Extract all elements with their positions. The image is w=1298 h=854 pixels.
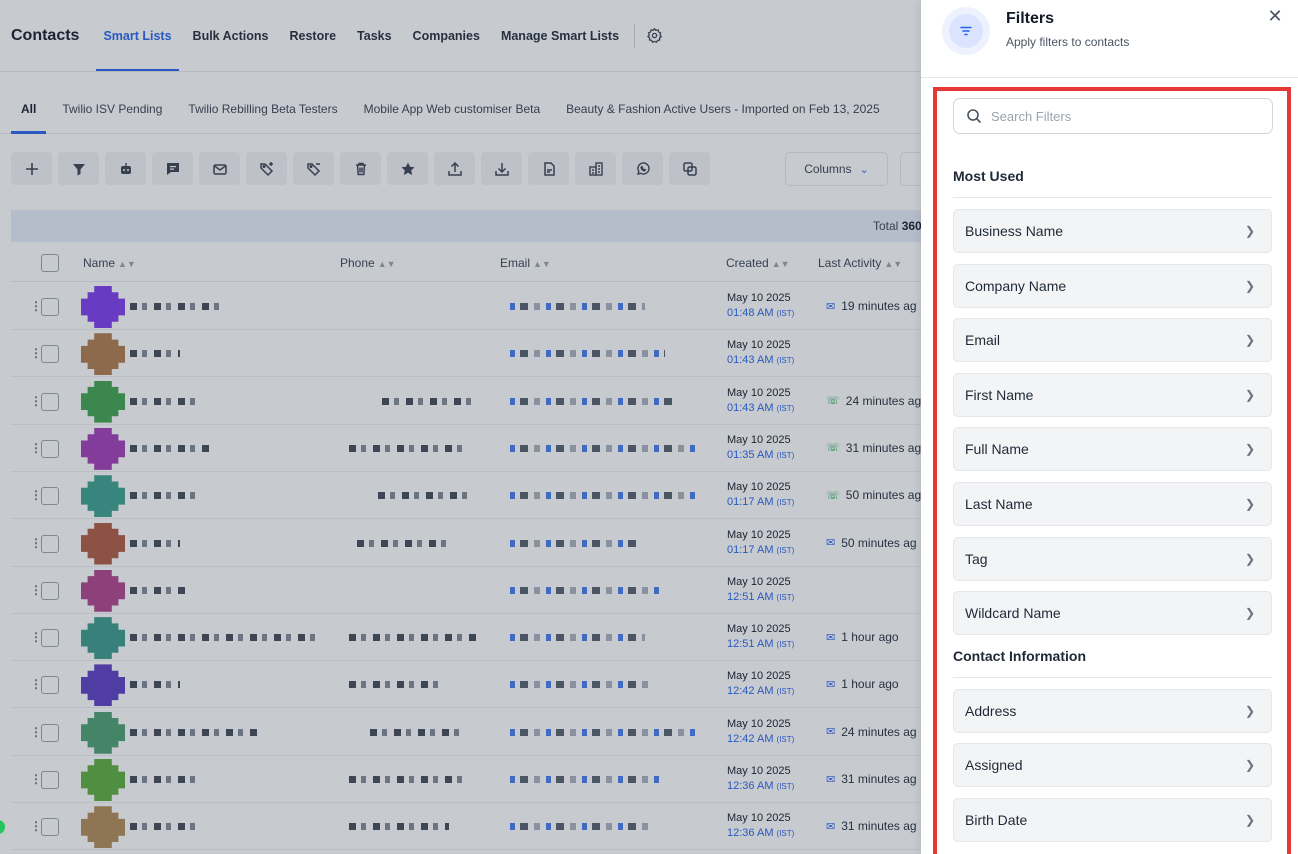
search-filters-input-wrapper <box>953 98 1273 134</box>
chevron-right-icon: ❯ <box>1244 387 1255 402</box>
filters-title: Filters <box>1006 10 1055 27</box>
filter-option-business-name[interactable]: Business Name ❯ <box>953 209 1272 253</box>
filter-option-label: Birth Date <box>965 812 1028 828</box>
chevron-right-icon: ❯ <box>1244 703 1255 718</box>
filter-section-title: Most Used <box>953 168 1024 184</box>
filter-option-label: Last Name <box>965 496 1033 512</box>
chevron-right-icon: ❯ <box>1244 333 1255 348</box>
chevron-right-icon: ❯ <box>1244 278 1255 293</box>
filter-option-label: Tag <box>965 550 988 567</box>
chevron-right-icon: ❯ <box>1244 813 1255 827</box>
filter-option-label: Wildcard Name <box>965 605 1061 622</box>
filter-option-company-name[interactable]: Company Name ❯ <box>953 263 1272 308</box>
filter-section-title: Contact Information <box>953 647 1086 664</box>
chevron-right-icon: ❯ <box>1244 442 1255 457</box>
modal-backdrop[interactable] <box>0 0 921 854</box>
filter-option-email[interactable]: Email ❯ <box>953 318 1272 363</box>
filter-option-wildcard-name[interactable]: Wildcard Name ❯ <box>953 591 1272 636</box>
section-divider <box>953 676 1272 678</box>
search-icon <box>966 108 982 124</box>
filter-option-label: Business Name <box>965 223 1064 239</box>
filter-option-label: Assigned <box>965 757 1023 774</box>
filter-option-assigned[interactable]: Assigned ❯ <box>953 743 1272 788</box>
filter-option-birth-date[interactable]: Birth Date ❯ <box>953 798 1272 842</box>
filter-option-label: Company Name <box>965 277 1067 294</box>
filter-option-first-name[interactable]: First Name ❯ <box>953 372 1272 417</box>
chevron-right-icon: ❯ <box>1244 224 1255 238</box>
filter-option-tag[interactable]: Tag ❯ <box>953 536 1272 581</box>
filter-option-label: First Name <box>965 386 1034 403</box>
filter-option-label: Address <box>965 702 1017 719</box>
filter-option-label: Email <box>965 332 1001 349</box>
filter-option-full-name[interactable]: Full Name ❯ <box>953 427 1272 472</box>
chevron-right-icon: ❯ <box>1244 606 1255 621</box>
filters-header: Filters Apply filters to contacts ✕ <box>921 0 1298 78</box>
chevron-right-icon: ❯ <box>1244 758 1255 773</box>
filters-subtitle: Apply filters to contacts <box>1006 35 1130 49</box>
close-icon[interactable]: ✕ <box>1266 6 1284 27</box>
section-divider <box>953 197 1272 198</box>
filter-option-address[interactable]: Address ❯ <box>953 688 1272 733</box>
filter-lines-icon <box>942 7 990 55</box>
chevron-right-icon: ❯ <box>1244 497 1255 511</box>
filter-option-last-name[interactable]: Last Name ❯ <box>953 482 1272 526</box>
search-filters-input[interactable] <box>991 108 1241 124</box>
filter-option-label: Full Name <box>965 441 1029 458</box>
chevron-right-icon: ❯ <box>1244 551 1255 566</box>
